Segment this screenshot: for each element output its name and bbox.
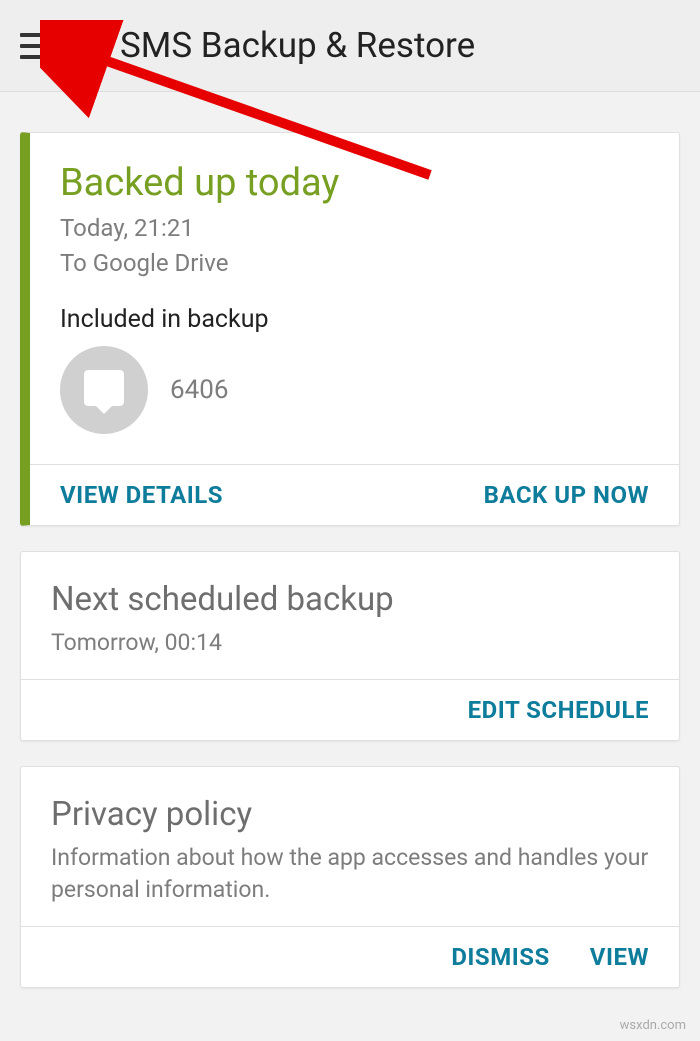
watermark: wsxdn.com [620, 1018, 686, 1033]
dismiss-button[interactable]: DISMISS [451, 943, 549, 971]
card-body: Backed up today Today, 21:21 To Google D… [30, 133, 679, 464]
privacy-title: Privacy policy [51, 795, 649, 834]
message-count: 6406 [170, 375, 228, 405]
card-actions: VIEW DETAILS BACK UP NOW [30, 464, 679, 525]
schedule-time: Tomorrow, 00:14 [51, 627, 649, 659]
schedule-card: Next scheduled backup Tomorrow, 00:14 ED… [20, 551, 680, 741]
app-bar: SMS Backup & Restore [0, 0, 700, 92]
hamburger-menu-icon[interactable] [20, 26, 60, 66]
view-details-button[interactable]: VIEW DETAILS [60, 481, 223, 509]
message-icon [60, 346, 148, 434]
card-actions: DISMISS VIEW [21, 926, 679, 987]
card-body: Privacy policy Information about how the… [21, 767, 679, 926]
content-area: Backed up today Today, 21:21 To Google D… [0, 92, 700, 1023]
backup-time: Today, 21:21 [60, 211, 649, 246]
privacy-desc: Information about how the app accesses a… [51, 842, 649, 906]
backup-status-card: Backed up today Today, 21:21 To Google D… [20, 132, 680, 526]
backup-status-title: Backed up today [60, 161, 649, 205]
card-actions: EDIT SCHEDULE [21, 679, 679, 740]
schedule-title: Next scheduled backup [51, 580, 649, 619]
edit-schedule-button[interactable]: EDIT SCHEDULE [468, 696, 649, 724]
backup-destination: To Google Drive [60, 246, 649, 281]
app-title: SMS Backup & Restore [120, 25, 475, 66]
view-button[interactable]: VIEW [590, 943, 649, 971]
card-body: Next scheduled backup Tomorrow, 00:14 [21, 552, 679, 679]
backup-now-button[interactable]: BACK UP NOW [484, 481, 649, 509]
included-label: Included in backup [60, 305, 649, 334]
message-count-row: 6406 [60, 346, 649, 434]
privacy-card: Privacy policy Information about how the… [20, 766, 680, 988]
